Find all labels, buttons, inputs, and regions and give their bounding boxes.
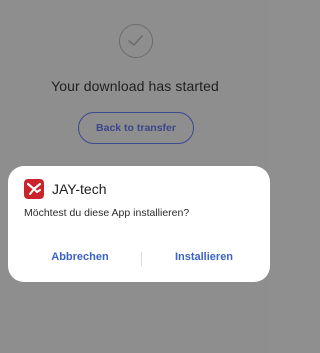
jaytech-app-icon: [24, 179, 44, 199]
install-button[interactable]: Installieren: [154, 251, 254, 263]
install-question: Möchtest du diese App installieren?: [24, 207, 190, 219]
app-name: JAY-tech: [52, 181, 107, 197]
button-divider: [141, 252, 142, 266]
back-to-transfer-button[interactable]: Back to transfer: [78, 112, 194, 144]
download-started-title: Your download has started: [51, 78, 219, 94]
cancel-button[interactable]: Abbrechen: [30, 251, 130, 263]
check-circle-icon: [119, 24, 153, 58]
install-dialog: JAY-tech Möchtest du diese App installie…: [8, 166, 270, 282]
